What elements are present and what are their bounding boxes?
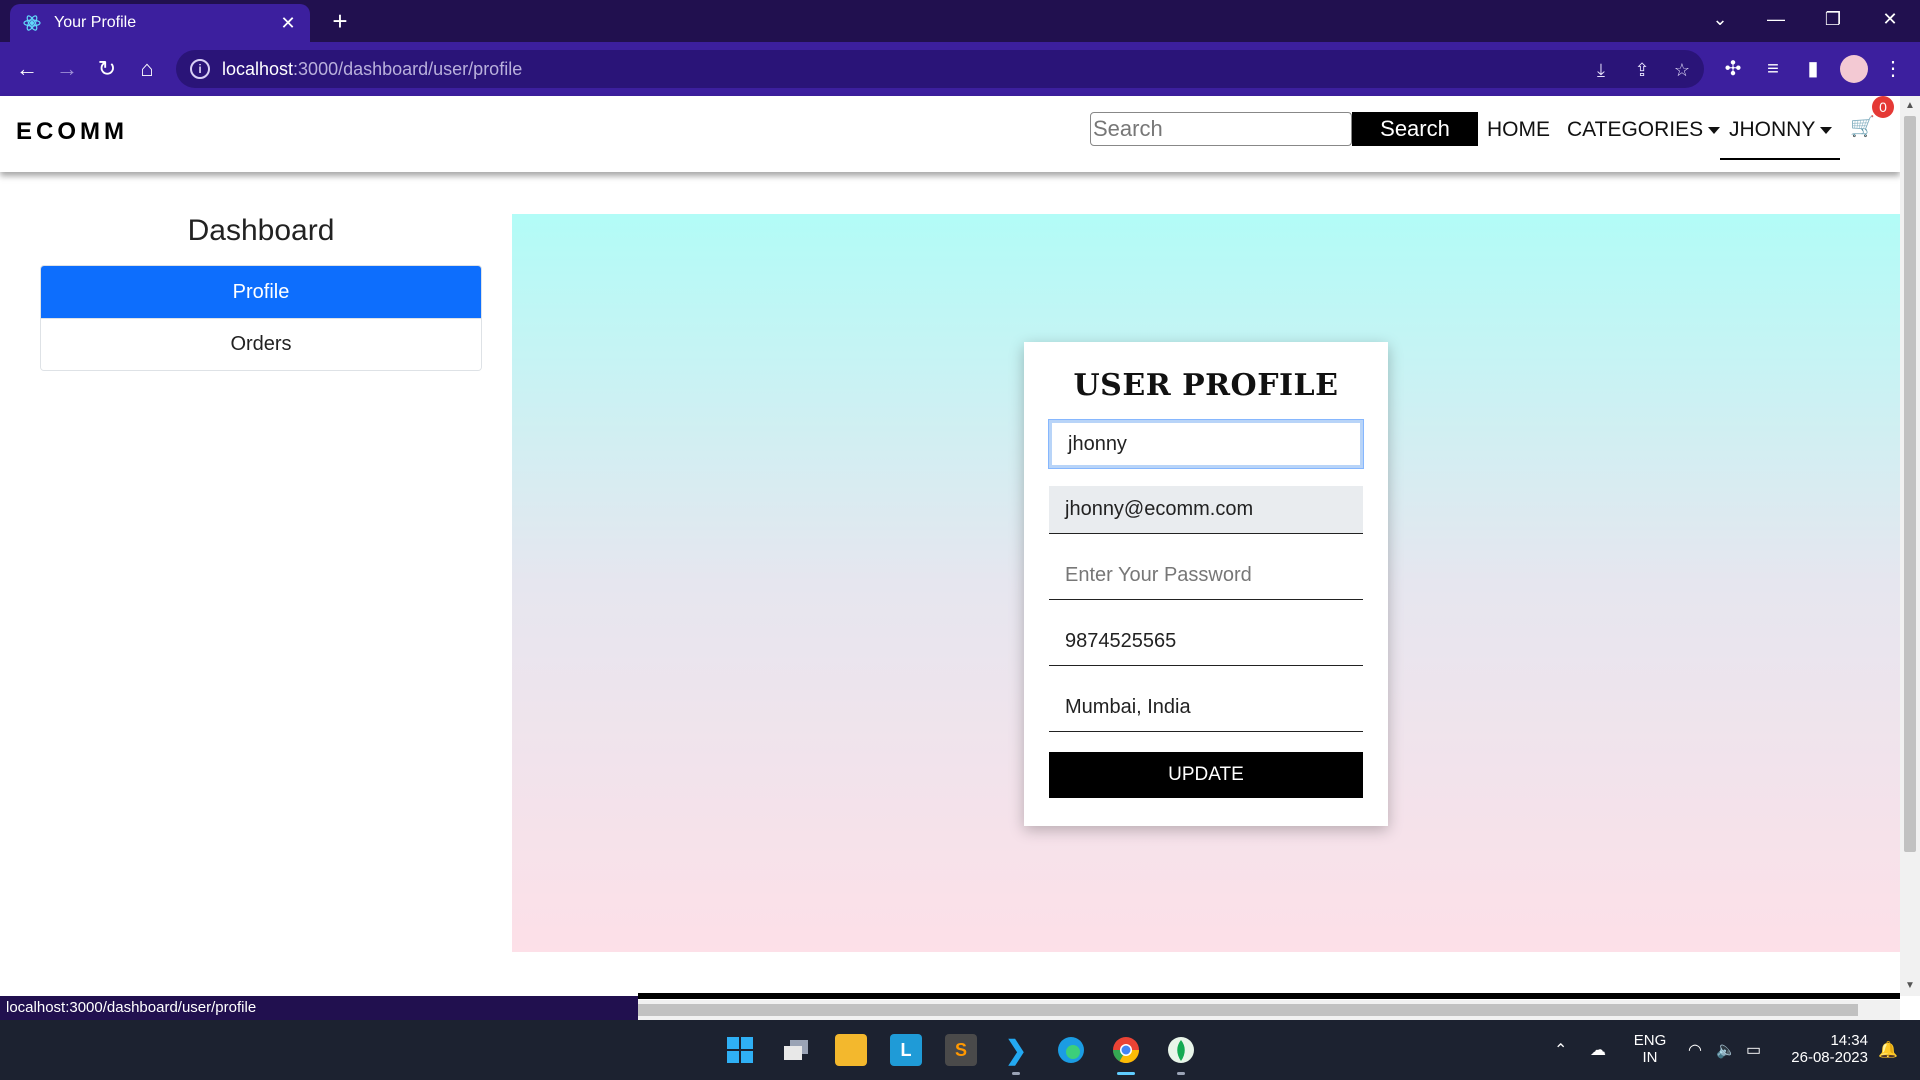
reload-icon[interactable]: ↻ bbox=[92, 54, 122, 84]
language-code: ENG bbox=[1633, 1032, 1667, 1049]
page-bottom-border bbox=[638, 993, 1900, 999]
react-icon bbox=[22, 13, 42, 33]
l-app-icon[interactable]: L bbox=[890, 1034, 922, 1066]
browser-tab-bar: Your Profile ✕ + ⌄ — ❐ ✕ bbox=[0, 0, 1920, 42]
menu-item-profile[interactable]: Profile bbox=[41, 266, 481, 318]
date-text: 26-08-2023 bbox=[1791, 1049, 1868, 1066]
restore-icon[interactable]: ❐ bbox=[1805, 0, 1861, 38]
sublime-text-icon[interactable]: S bbox=[945, 1034, 977, 1066]
battery-icon[interactable]: ▭ bbox=[1746, 1040, 1761, 1060]
url-host: localhost bbox=[222, 58, 294, 79]
menu-kebab-icon[interactable]: ⋮ bbox=[1878, 54, 1908, 84]
nav-categories[interactable]: CATEGORIES bbox=[1567, 118, 1721, 142]
caret-down-icon bbox=[1820, 126, 1833, 134]
side-panel-icon[interactable]: ▮ bbox=[1798, 54, 1828, 84]
name-field[interactable]: jhonny bbox=[1048, 419, 1364, 469]
browser-tab[interactable]: Your Profile ✕ bbox=[10, 4, 310, 42]
close-tab-icon[interactable]: ✕ bbox=[278, 13, 298, 34]
email-field: jhonny@ecomm.com bbox=[1049, 486, 1363, 534]
nav-categories-label: CATEGORIES bbox=[1567, 118, 1704, 141]
new-tab-icon[interactable]: + bbox=[325, 6, 355, 36]
cart-count-badge: 0 bbox=[1872, 96, 1894, 118]
notification-icon[interactable]: 🔔 bbox=[1878, 1040, 1898, 1060]
clock[interactable]: 14:34 26-08-2023 bbox=[1784, 1032, 1868, 1066]
wifi-icon[interactable]: ◠ bbox=[1688, 1040, 1702, 1060]
search-input[interactable]: Search bbox=[1090, 112, 1352, 146]
site-info-icon[interactable]: i bbox=[190, 59, 210, 79]
url-path: :3000/dashboard/user/profile bbox=[293, 58, 523, 79]
brand-logo[interactable]: ECOMM bbox=[16, 118, 128, 146]
file-explorer-icon[interactable] bbox=[835, 1034, 867, 1066]
running-indicator bbox=[1177, 1072, 1185, 1075]
scroll-up-icon[interactable]: ▲ bbox=[1904, 100, 1916, 111]
close-window-icon[interactable]: ✕ bbox=[1862, 0, 1918, 38]
install-icon[interactable]: ⤓ bbox=[1590, 59, 1612, 81]
password-field[interactable]: Enter Your Password bbox=[1049, 552, 1363, 600]
taskbar: L S ❯ ⌃ ☁ ENG IN ◠ 🔈 ▭ 14:34 26-08-2023 … bbox=[0, 1020, 1920, 1080]
search-button[interactable]: Search bbox=[1352, 112, 1478, 146]
address-field[interactable]: Mumbai, India bbox=[1049, 684, 1363, 732]
browser-toolbar: ← → ↻ ⌂ i localhost:3000/dashboard/user/… bbox=[0, 42, 1920, 96]
vertical-scrollbar[interactable]: ▲ ▼ bbox=[1900, 96, 1920, 996]
chrome-icon[interactable] bbox=[1110, 1034, 1142, 1066]
address-bar[interactable]: i localhost:3000/dashboard/user/profile … bbox=[176, 50, 1704, 88]
task-view-icon[interactable] bbox=[780, 1034, 812, 1066]
nav-active-underline bbox=[1720, 158, 1840, 160]
dashboard-title: Dashboard bbox=[187, 214, 335, 247]
horizontal-scrollbar[interactable] bbox=[638, 1000, 1900, 1020]
mongodb-compass-icon[interactable] bbox=[1165, 1034, 1197, 1066]
phone-field[interactable]: 9874525565 bbox=[1049, 618, 1363, 666]
language-indicator[interactable]: ENG IN bbox=[1630, 1032, 1670, 1066]
nav-user-label: JHONNY bbox=[1729, 118, 1816, 141]
avatar[interactable] bbox=[1840, 55, 1868, 83]
show-hidden-icons-icon[interactable]: ⌃ bbox=[1554, 1040, 1567, 1060]
time-text: 14:34 bbox=[1830, 1032, 1868, 1049]
home-icon[interactable]: ⌂ bbox=[132, 54, 162, 84]
menu-item-orders[interactable]: Orders bbox=[41, 318, 481, 370]
windows-start-icon[interactable] bbox=[724, 1034, 756, 1066]
onedrive-cloud-icon[interactable]: ☁ bbox=[1590, 1040, 1606, 1060]
extensions-icon[interactable]: ✣ bbox=[1718, 54, 1748, 84]
media-icon[interactable]: ≡ bbox=[1758, 54, 1788, 84]
dashboard-menu: Profile Orders bbox=[40, 265, 482, 371]
status-url: localhost:3000/dashboard/user/profile bbox=[0, 996, 638, 1020]
update-button[interactable]: UPDATE bbox=[1049, 752, 1363, 798]
forward-icon[interactable]: → bbox=[52, 54, 82, 84]
share-icon[interactable]: ⇪ bbox=[1631, 59, 1653, 81]
scroll-down-icon[interactable]: ▼ bbox=[1904, 980, 1916, 991]
vscode-icon[interactable]: ❯ bbox=[1000, 1034, 1032, 1066]
volume-icon[interactable]: 🔈 bbox=[1716, 1040, 1736, 1060]
bookmark-star-icon[interactable]: ☆ bbox=[1671, 59, 1693, 81]
active-app-indicator bbox=[1117, 1072, 1135, 1075]
tab-title: Your Profile bbox=[54, 14, 137, 31]
profile-panel: USER PROFILE jhonny jhonny@ecomm.com Ent… bbox=[512, 214, 1900, 952]
nav-user[interactable]: JHONNY bbox=[1729, 118, 1833, 142]
scrollbar-thumb[interactable] bbox=[1904, 116, 1916, 852]
back-icon[interactable]: ← bbox=[12, 54, 42, 84]
nav-home[interactable]: HOME bbox=[1487, 118, 1550, 142]
caret-down-icon bbox=[1708, 126, 1721, 134]
user-profile-form: USER PROFILE jhonny jhonny@ecomm.com Ent… bbox=[1024, 342, 1388, 826]
form-title: USER PROFILE bbox=[1073, 368, 1339, 403]
edge-icon[interactable] bbox=[1055, 1034, 1087, 1066]
running-indicator bbox=[1012, 1072, 1020, 1075]
cart-icon[interactable]: 🛒 bbox=[1850, 114, 1875, 139]
site-navbar: ECOMM Search Search HOME CATEGORIES JHON… bbox=[0, 96, 1900, 172]
horizontal-scrollbar-thumb[interactable] bbox=[638, 1004, 1858, 1016]
region-code: IN bbox=[1642, 1049, 1658, 1066]
minimize-icon[interactable]: — bbox=[1748, 0, 1804, 38]
tab-search-icon[interactable]: ⌄ bbox=[1692, 0, 1748, 38]
